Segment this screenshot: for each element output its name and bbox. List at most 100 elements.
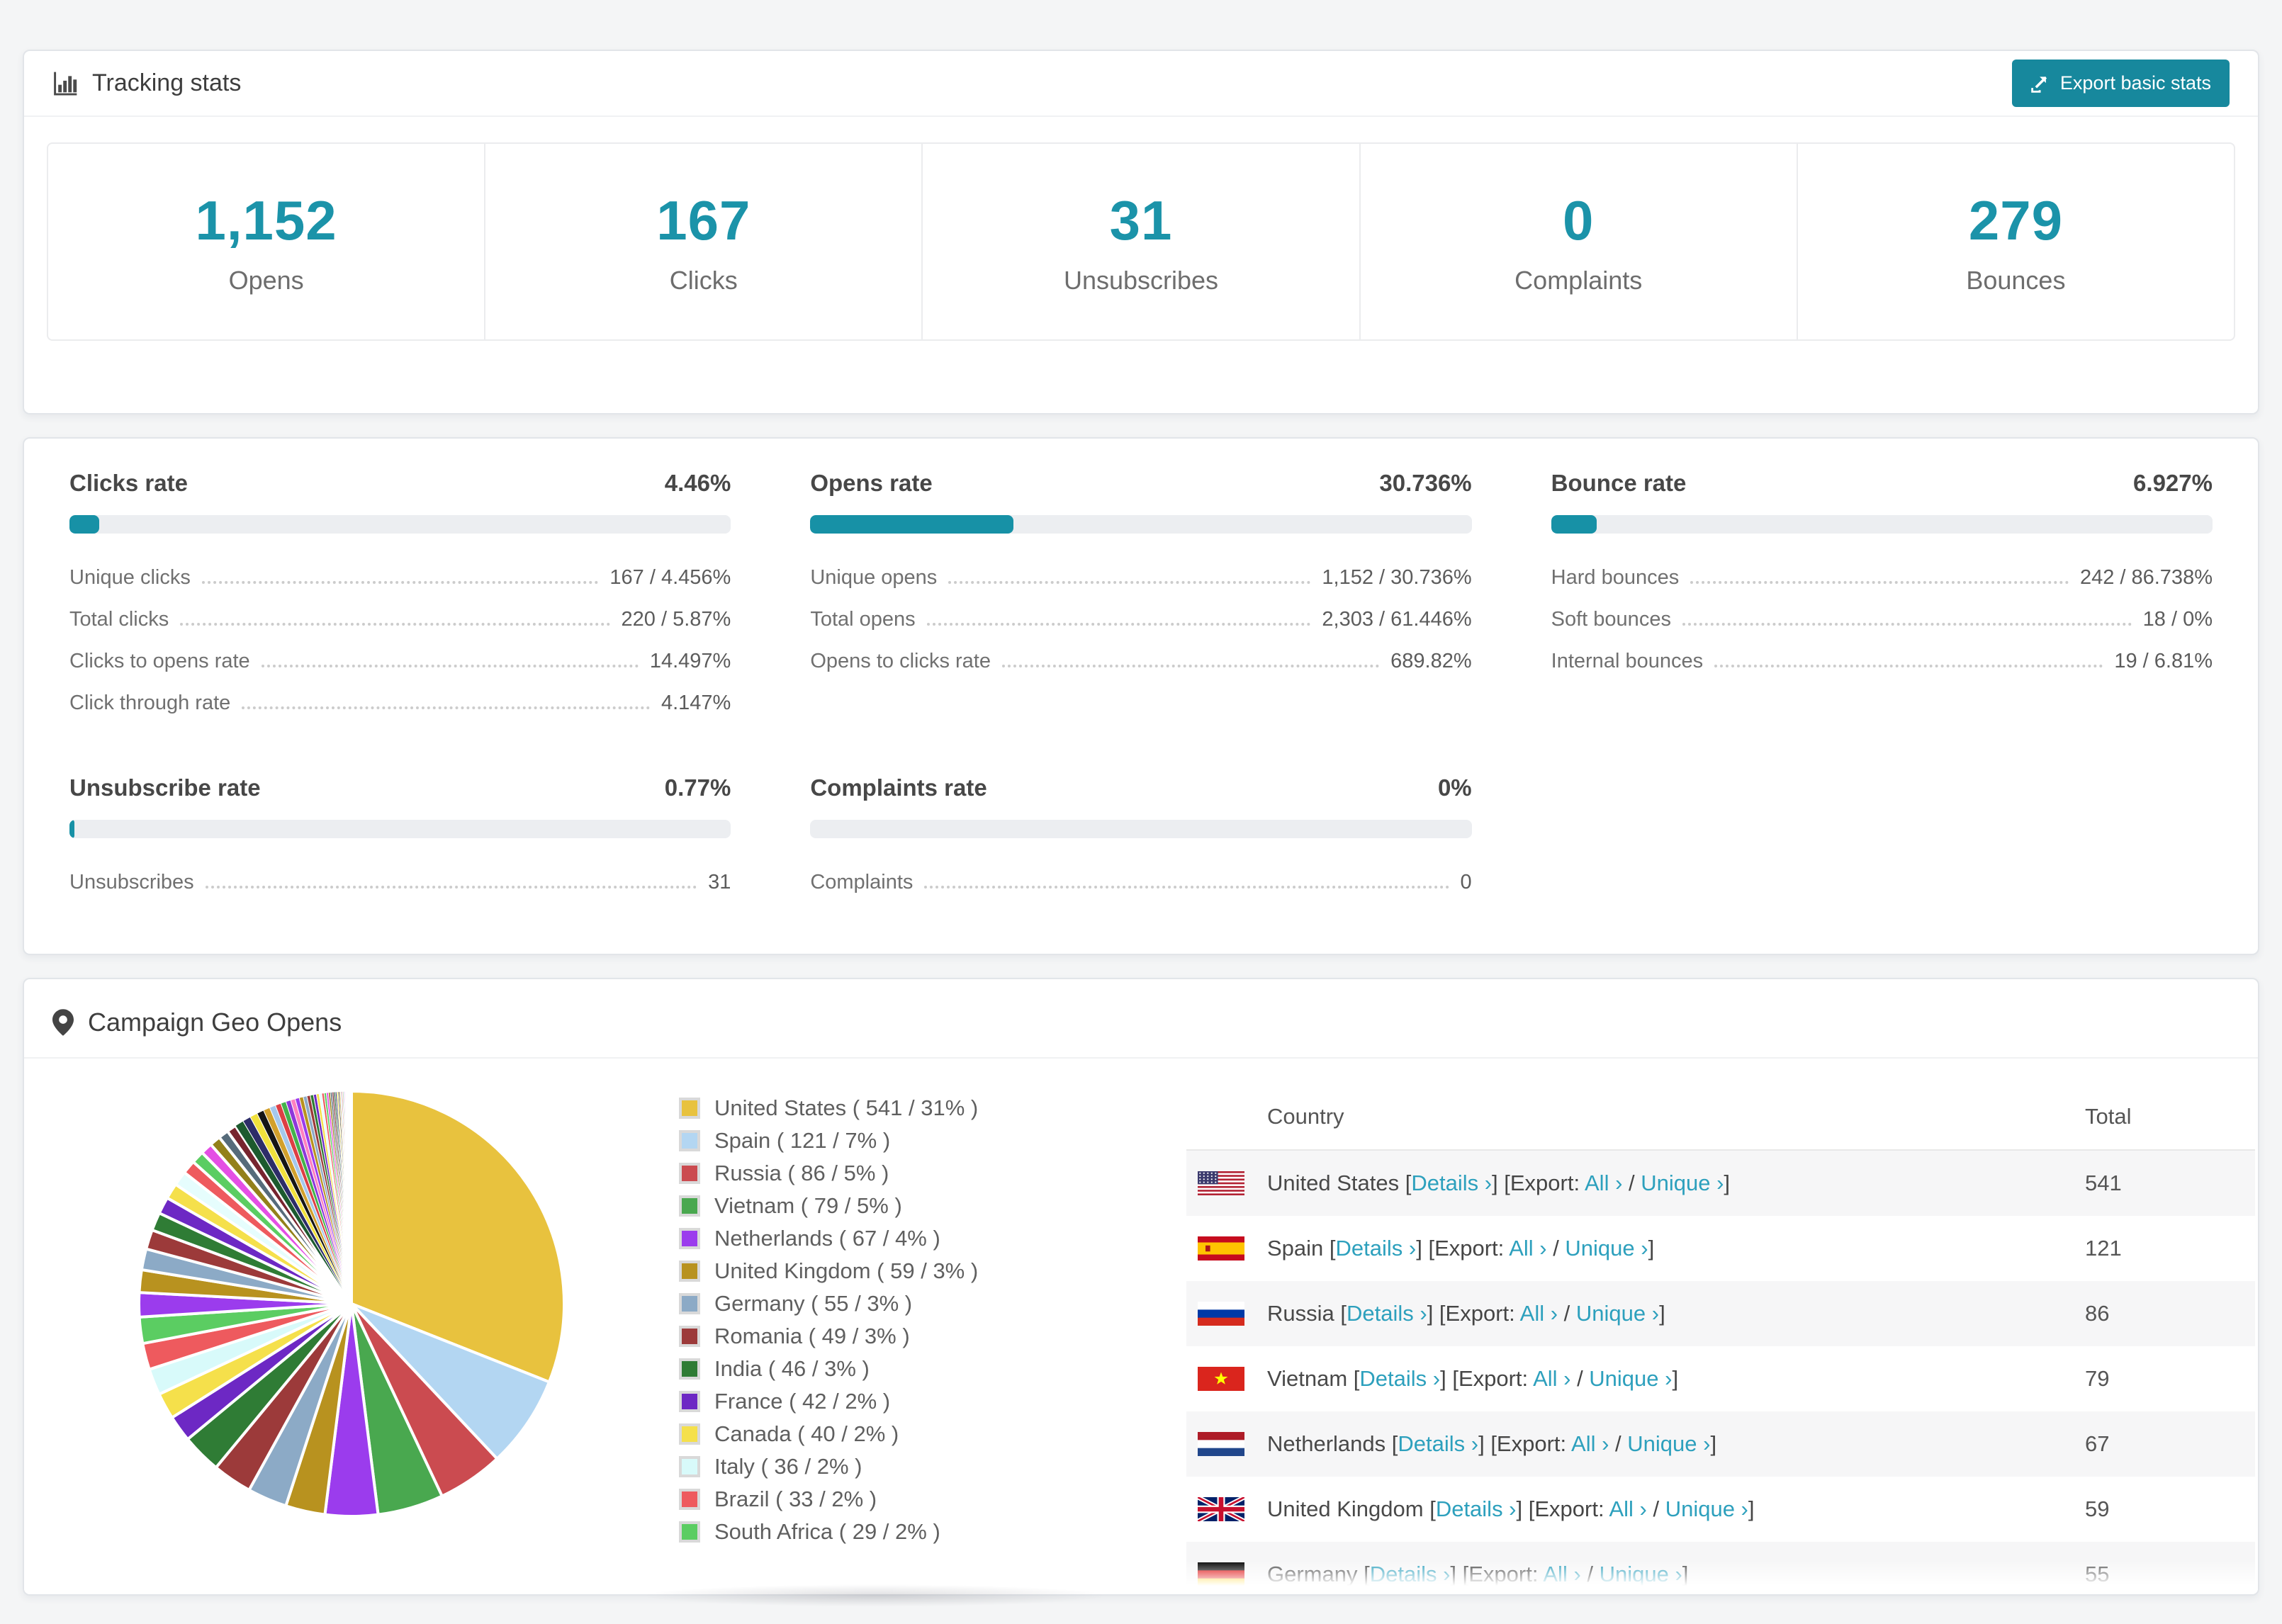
country-name: Vietnam (1267, 1366, 1348, 1391)
legend-item-france[interactable]: France ( 42 / 2% ) (679, 1389, 1186, 1414)
legend-label: United States ( 541 / 31% ) (714, 1095, 979, 1120)
legend-item-germany[interactable]: Germany ( 55 / 3% ) (679, 1291, 1186, 1316)
legend-swatch (679, 1391, 700, 1412)
legend-item-canada[interactable]: Canada ( 40 / 2% ) (679, 1421, 1186, 1447)
rate-detail-row: Unique clicks 167 / 4.456% (69, 566, 731, 590)
legend-label: South Africa ( 29 / 2% ) (714, 1519, 940, 1544)
details-link-russia[interactable]: Details › (1347, 1301, 1427, 1326)
country-cell: Vietnam [Details ›] [Export: All › / Uni… (1267, 1366, 1678, 1392)
legend-item-vietnam[interactable]: Vietnam ( 79 / 5% ) (679, 1193, 1186, 1219)
stat-value: 279 (1968, 188, 2063, 252)
overview-stat-opens: 1,152 Opens (47, 142, 486, 341)
dotted-leader (180, 623, 610, 626)
flag-vn-icon (1198, 1367, 1244, 1391)
link-punctuation: ] (1672, 1366, 1679, 1391)
legend-item-romania[interactable]: Romania ( 49 / 3% ) (679, 1324, 1186, 1349)
export-unique-link-netherlands[interactable]: Unique › (1627, 1431, 1710, 1456)
rate-title-row: Bounce rate 6.927% (1551, 470, 2213, 497)
export-all-link-vietnam[interactable]: All › (1533, 1366, 1570, 1391)
export-unique-link-germany[interactable]: Unique › (1600, 1562, 1682, 1586)
country-name: Spain (1267, 1236, 1324, 1261)
link-punctuation: ] (1648, 1236, 1655, 1261)
total-cell: 86 (2085, 1301, 2110, 1326)
clicks-rate-block: Clicks rate 4.46% Unique clicks 167 / 4.456… (69, 470, 731, 715)
tracking-stats-header: Tracking stats Export basic stats (24, 51, 2258, 117)
unsubscribe-rate-block: Unsubscribe rate 0.77% Unsubscribes 31 (69, 774, 731, 894)
legend-item-netherlands[interactable]: Netherlands ( 67 / 4% ) (679, 1226, 1186, 1251)
export-all-link-united-states[interactable]: All › (1585, 1171, 1622, 1195)
detail-label: Opens to clicks rate (810, 650, 991, 672)
flag-gb-icon (1198, 1497, 1244, 1521)
stat-value: 167 (656, 188, 751, 252)
rate-detail-row: Hard bounces 242 / 86.738% (1551, 566, 2213, 590)
rates-grid: Clicks rate 4.46% Unique clicks 167 / 4.456… (69, 470, 2213, 894)
dotted-leader (1682, 623, 2132, 626)
details-link-netherlands[interactable]: Details › (1398, 1431, 1478, 1456)
export-unique-link-spain[interactable]: Unique › (1565, 1236, 1648, 1261)
table-row-spain: Spain [Details ›] [Export: All › / Uniqu… (1186, 1216, 2255, 1281)
country-name: United States (1267, 1171, 1400, 1195)
legend-label: Romania ( 49 / 3% ) (714, 1324, 910, 1348)
detail-label: Complaints (810, 871, 914, 893)
details-link-spain[interactable]: Details › (1336, 1236, 1417, 1261)
flag-ru-icon (1198, 1302, 1244, 1326)
legend-swatch (679, 1326, 700, 1347)
legend-swatch (679, 1293, 700, 1314)
legend-swatch (679, 1098, 700, 1119)
legend-item-spain[interactable]: Spain ( 121 / 7% ) (679, 1128, 1186, 1154)
details-link-vietnam[interactable]: Details › (1359, 1366, 1440, 1391)
bounce-rate-value: 6.927% (2133, 470, 2213, 496)
legend-item-south-africa[interactable]: South Africa ( 29 / 2% ) (679, 1519, 1186, 1545)
legend-item-united-kingdom[interactable]: United Kingdom ( 59 / 3% ) (679, 1258, 1186, 1284)
link-punctuation: ] (1710, 1431, 1717, 1456)
legend-label: France ( 42 / 2% ) (714, 1389, 891, 1414)
legend-label: Canada ( 40 / 2% ) (714, 1421, 899, 1446)
detail-value: 31 (708, 871, 731, 893)
export-all-link-netherlands[interactable]: All › (1571, 1431, 1609, 1456)
geo-pie-chart[interactable] (135, 1087, 568, 1521)
legend-item-india[interactable]: India ( 46 / 3% ) (679, 1356, 1186, 1382)
export-all-link-spain[interactable]: All › (1509, 1236, 1546, 1261)
legend-item-brazil[interactable]: Brazil ( 33 / 2% ) (679, 1487, 1186, 1512)
export-basic-stats-button[interactable]: Export basic stats (2011, 60, 2230, 107)
dotted-leader (242, 706, 650, 709)
opens-rate-title: Opens rate (810, 470, 933, 496)
export-all-link-russia[interactable]: All › (1520, 1301, 1558, 1326)
legend-label: Spain ( 121 / 7% ) (714, 1128, 891, 1153)
export-unique-link-vietnam[interactable]: Unique › (1589, 1366, 1672, 1391)
geo-header: Campaign Geo Opens (24, 979, 2258, 1059)
link-punctuation: ] [Export: (1516, 1496, 1609, 1521)
rate-detail-row: Click through rate 4.147% (69, 692, 731, 715)
details-link-germany[interactable]: Details › (1370, 1562, 1451, 1586)
detail-value: 18 / 0% (2142, 608, 2213, 631)
legend-item-russia[interactable]: Russia ( 86 / 5% ) (679, 1161, 1186, 1186)
bounce-rate-progress-bar (1551, 515, 2213, 534)
dotted-leader (261, 665, 639, 667)
detail-label: Unique opens (810, 566, 938, 589)
export-unique-link-united-kingdom[interactable]: Unique › (1665, 1496, 1748, 1521)
details-link-united-kingdom[interactable]: Details › (1436, 1496, 1517, 1521)
legend-swatch (679, 1456, 700, 1477)
rate-title-row: Unsubscribe rate 0.77% (69, 774, 731, 801)
legend-swatch (679, 1163, 700, 1184)
export-unique-link-united-states[interactable]: Unique › (1641, 1171, 1724, 1195)
rate-detail-row: Complaints 0 (810, 871, 1471, 894)
export-all-link-germany[interactable]: All › (1543, 1562, 1580, 1586)
geo-legend: United States ( 541 / 31% ) Spain ( 121 /… (679, 1095, 1186, 1594)
complaints-rate-title: Complaints rate (810, 774, 987, 801)
legend-item-italy[interactable]: Italy ( 36 / 2% ) (679, 1454, 1186, 1479)
legend-swatch (679, 1130, 700, 1151)
rate-detail-row: Total clicks 220 / 5.87% (69, 608, 731, 631)
overview-stat-complaints: 0 Complaints (1359, 142, 1798, 341)
table-row-netherlands: Netherlands [Details ›] [Export: All › /… (1186, 1411, 2255, 1477)
overview-stats-row: 1,152 Opens 167 Clicks 31 Unsubscribes 0 Compla… (24, 117, 2258, 413)
link-punctuation: [ (1323, 1236, 1336, 1261)
legend-item-united-states[interactable]: United States ( 541 / 31% ) (679, 1095, 1186, 1121)
opens-rate-value: 30.736% (1379, 470, 1472, 496)
details-link-united-states[interactable]: Details › (1411, 1171, 1492, 1195)
export-all-link-united-kingdom[interactable]: All › (1609, 1496, 1646, 1521)
flag-us-icon (1198, 1171, 1244, 1195)
clicks-rate-value: 4.46% (664, 470, 731, 496)
country-cell: Germany [Details ›] [Export: All › / Uni… (1267, 1562, 1688, 1587)
export-unique-link-russia[interactable]: Unique › (1576, 1301, 1659, 1326)
